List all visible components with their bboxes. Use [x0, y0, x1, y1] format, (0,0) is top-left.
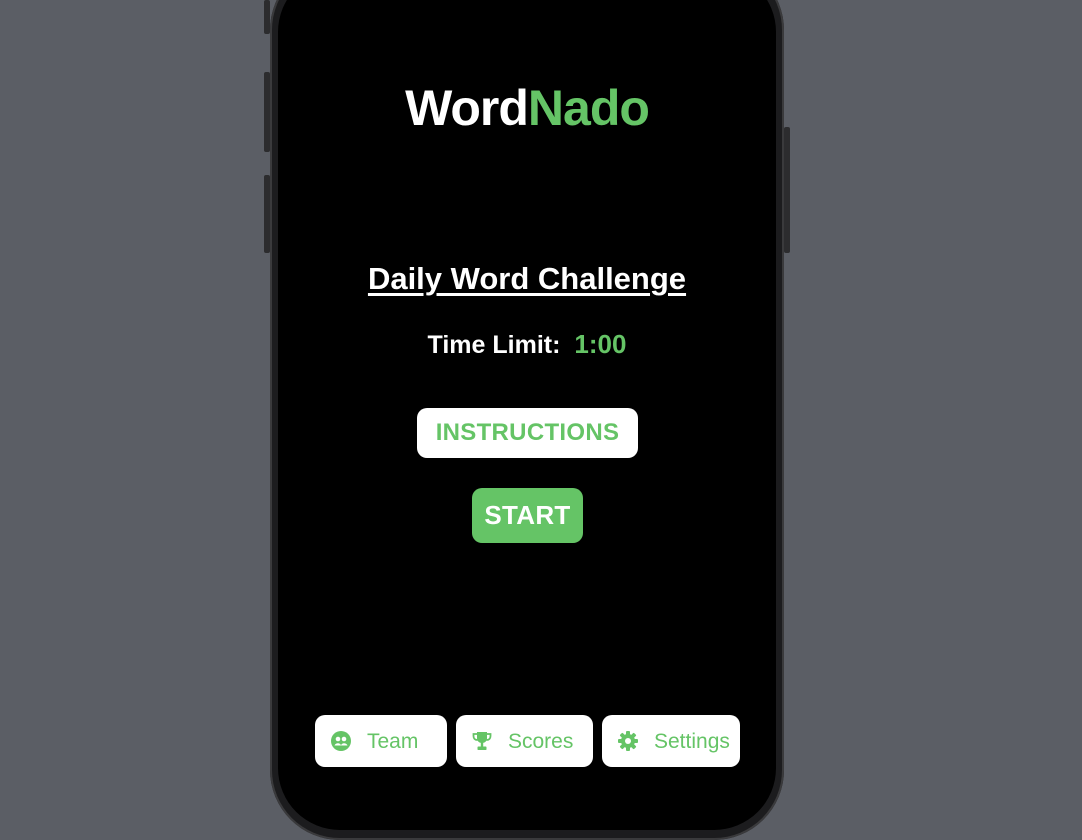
challenge-heading: Daily Word Challenge: [367, 261, 687, 296]
team-button[interactable]: Team: [315, 715, 447, 767]
team-label: Team: [367, 729, 419, 753]
app-title-nado: Nado: [527, 80, 650, 136]
settings-button[interactable]: Settings: [602, 715, 740, 767]
gear-icon: [617, 730, 639, 752]
team-icon: [330, 730, 352, 752]
app-title: WordNado: [278, 83, 776, 133]
power-button: [784, 127, 790, 253]
phone-screen: WordNado Daily Word Challenge Time Limit…: [278, 0, 776, 830]
start-button[interactable]: START: [472, 488, 583, 543]
time-limit-row: Time Limit: 1:00: [278, 329, 776, 360]
app-title-word: Word: [405, 80, 529, 136]
instructions-button[interactable]: INSTRUCTIONS: [417, 408, 638, 458]
trophy-icon: [471, 730, 493, 752]
time-limit-label: Time Limit:: [427, 331, 561, 359]
time-limit-value: 1:00: [574, 329, 627, 359]
scores-button[interactable]: Scores: [456, 715, 593, 767]
scores-label: Scores: [508, 729, 574, 753]
settings-label: Settings: [654, 729, 730, 753]
